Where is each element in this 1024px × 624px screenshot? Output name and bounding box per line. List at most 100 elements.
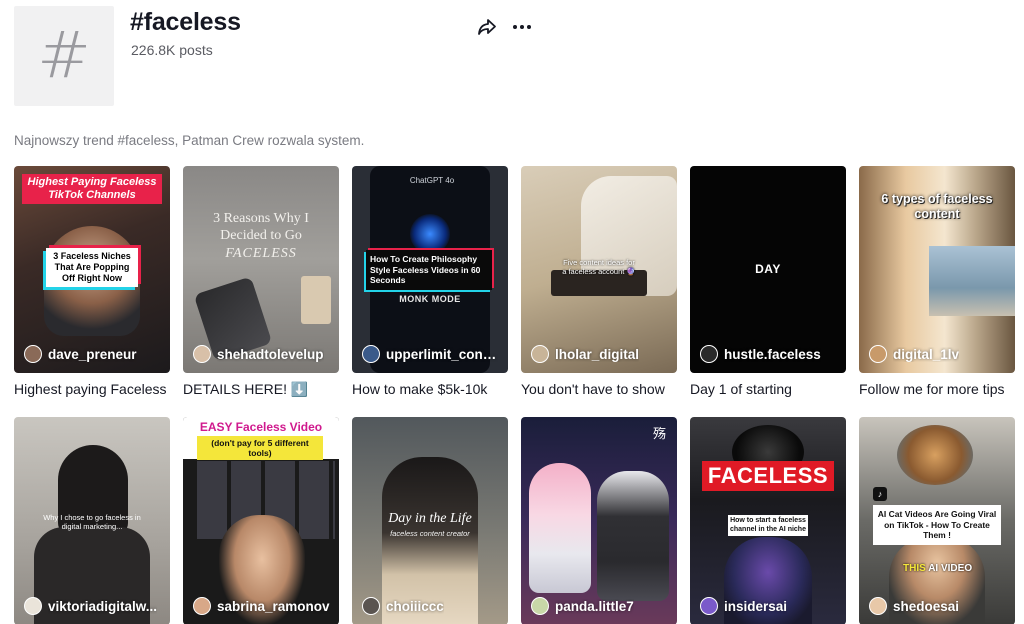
more-icon-dot — [527, 25, 531, 29]
creator-username: shedoesai — [893, 598, 960, 614]
video-thumbnail[interactable]: Five content ideas for a faceless accoun… — [521, 166, 677, 373]
thumbnail-title: FACELESS — [702, 461, 834, 491]
creator-row[interactable]: digital_1lv — [869, 345, 1007, 363]
thumbnail-subtitle-text: AI VIDEO — [928, 563, 973, 574]
creator-row[interactable]: upperlimit_conten — [362, 345, 500, 363]
creator-row[interactable]: hustle.faceless — [700, 345, 838, 363]
thumbnail-title: Why I chose to go faceless in digital ma… — [43, 513, 141, 531]
thumbnail-title: DAY — [755, 262, 781, 276]
video-thumbnail[interactable]: EASY Faceless Video API (don't pay for 5… — [183, 417, 339, 624]
creator-username: lholar_digital — [555, 346, 640, 362]
thumbnail-title: How To Create Philosophy Style Faceless … — [366, 250, 492, 290]
creator-row[interactable]: shedoesai — [869, 597, 1007, 615]
avatar — [531, 597, 549, 615]
thumbnail-subtitle: (don't pay for 5 different tools) — [197, 436, 323, 460]
video-thumbnail[interactable]: AI Cat Videos Are Going Viral on TikTok … — [859, 417, 1015, 624]
video-card[interactable]: DAY hustle.faceless Day 1 of starting — [690, 166, 846, 397]
thumbnail-subtitle: 3 Faceless Niches That Are Popping Off R… — [46, 248, 138, 287]
thumbnail-highlight: THIS — [903, 563, 926, 574]
thumbnail-subtitle: How to start a faceless channel in the A… — [728, 515, 808, 536]
creator-username: insidersai — [724, 598, 788, 614]
avatar — [362, 345, 380, 363]
more-icon-dot — [520, 25, 524, 29]
avatar — [869, 597, 887, 615]
creator-row[interactable]: dave_preneur — [24, 345, 162, 363]
corner-glyph: 殇 — [653, 426, 667, 441]
video-caption[interactable]: Follow me for more tips — [859, 381, 1015, 397]
avatar — [193, 345, 211, 363]
video-card[interactable]: Highest Paying Faceless TikTok Channels … — [14, 166, 170, 397]
avatar — [700, 597, 718, 615]
creator-username: digital_1lv — [893, 346, 960, 362]
thumbnail-title: 6 types of faceless content — [881, 192, 993, 221]
video-thumbnail[interactable]: Highest Paying Faceless TikTok Channels … — [14, 166, 170, 373]
more-icon — [513, 25, 517, 29]
hashtag-icon: # — [37, 19, 91, 93]
video-thumbnail[interactable]: FACELESS How to start a faceless channel… — [690, 417, 846, 624]
share-button[interactable] — [476, 16, 498, 38]
thumbnail-title: 3 Reasons Why I Decided to Go — [213, 211, 309, 243]
video-card[interactable]: FACELESS How to start a faceless channel… — [690, 417, 846, 624]
video-card[interactable]: EASY Faceless Video API (don't pay for 5… — [183, 417, 339, 624]
video-card[interactable]: Day in the Life faceless content creator… — [352, 417, 508, 624]
thumbnail-subtitle: THIS AI VIDEO — [903, 563, 983, 574]
avatar — [24, 345, 42, 363]
creator-row[interactable]: shehadtolevelup — [193, 345, 331, 363]
figure-right — [597, 471, 669, 601]
thumbnail-title: Five content ideas for a faceless accoun… — [562, 258, 636, 276]
thumbnail-title: Day in the Life — [388, 511, 472, 526]
creator-row[interactable]: viktoriadigitalw... — [24, 597, 162, 615]
thumbnail-subtitle: faceless content creator — [390, 529, 470, 538]
share-icon — [478, 19, 496, 35]
more-options-button[interactable] — [511, 16, 533, 38]
video-thumbnail[interactable]: 3 Reasons Why I Decided to Go FACELESS s… — [183, 166, 339, 373]
app-title: ChatGPT 4o — [409, 176, 455, 185]
video-thumbnail[interactable]: 6 types of faceless content digital_1lv — [859, 166, 1015, 373]
video-card[interactable]: Five content ideas for a faceless accoun… — [521, 166, 677, 397]
tiktok-icon: ♪ — [873, 487, 887, 501]
creator-row[interactable]: sabrina_ramonov — [193, 597, 331, 615]
avatar — [193, 597, 211, 615]
cup-figure — [301, 276, 331, 324]
thumbnail-subtitle: FACELESS — [225, 246, 297, 261]
cat-figure — [897, 425, 973, 485]
creator-row[interactable]: insidersai — [700, 597, 838, 615]
creator-username: viktoriadigitalw... — [48, 598, 158, 614]
video-card[interactable]: AI Cat Videos Are Going Viral on TikTok … — [859, 417, 1015, 624]
video-caption[interactable]: How to make $5k-10k — [352, 381, 508, 397]
video-card[interactable]: 殇 panda.little7 — [521, 417, 677, 624]
video-thumbnail[interactable]: DAY hustle.faceless — [690, 166, 846, 373]
glow-figure — [410, 214, 450, 254]
video-card[interactable]: 3 Reasons Why I Decided to Go FACELESS s… — [183, 166, 339, 398]
creator-username: dave_preneur — [48, 346, 137, 362]
video-card[interactable]: ChatGPT 4o How To Create Philosophy Styl… — [352, 166, 508, 397]
video-caption[interactable]: You don't have to show — [521, 381, 677, 397]
video-caption[interactable]: Highest paying Faceless — [14, 381, 170, 397]
video-card[interactable]: Why I chose to go faceless in digital ma… — [14, 417, 170, 624]
avatar — [700, 345, 718, 363]
avatar — [362, 597, 380, 615]
video-caption[interactable]: DETAILS HERE! ⬇️ — [183, 381, 339, 398]
avatar — [24, 597, 42, 615]
tag-header: # #faceless 226.8K posts — [14, 6, 1014, 106]
video-thumbnail[interactable]: Day in the Life faceless content creator… — [352, 417, 508, 624]
video-card[interactable]: 6 types of faceless content digital_1lv … — [859, 166, 1015, 397]
window-view — [929, 246, 1015, 316]
creator-row[interactable]: panda.little7 — [531, 597, 669, 615]
creator-username: upperlimit_conten — [386, 346, 500, 362]
creator-row[interactable]: lholar_digital — [531, 345, 669, 363]
video-thumbnail[interactable]: ChatGPT 4o How To Create Philosophy Styl… — [352, 166, 508, 373]
post-count: 226.8K posts — [131, 42, 213, 58]
creator-username: shehadtolevelup — [217, 346, 324, 362]
thumbnail-title: AI Cat Videos Are Going Viral on TikTok … — [873, 505, 1001, 545]
thumbnail-subtitle: MONK MODE — [399, 294, 461, 304]
thumbnail-title: Highest Paying Faceless TikTok Channels — [22, 174, 162, 204]
page-title: #faceless — [130, 8, 241, 36]
video-thumbnail[interactable]: 殇 panda.little7 — [521, 417, 677, 624]
creator-username: sabrina_ramonov — [217, 598, 330, 614]
hashtag-description: Najnowszy trend #faceless, Patman Crew r… — [14, 133, 365, 148]
video-thumbnail[interactable]: Why I chose to go faceless in digital ma… — [14, 417, 170, 624]
avatar — [869, 345, 887, 363]
creator-row[interactable]: choiiiccc — [362, 597, 500, 615]
video-caption[interactable]: Day 1 of starting — [690, 381, 846, 397]
